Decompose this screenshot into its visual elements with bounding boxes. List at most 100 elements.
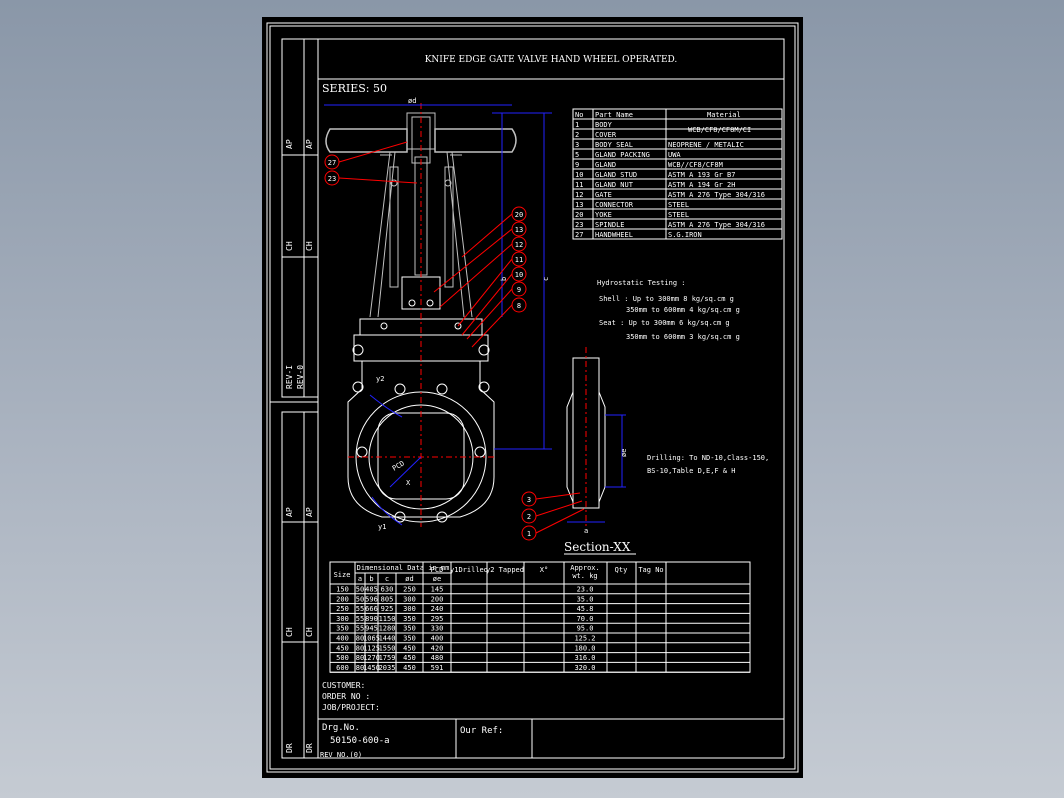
footer: CUSTOMER: ORDER NO : JOB/PROJECT: Drg.No… xyxy=(322,681,503,746)
dimtable-cell: 1065 xyxy=(363,635,380,643)
parts-material: STEEL xyxy=(668,201,689,209)
svg-text:AP: AP xyxy=(285,139,294,149)
section-title: Section-XX xyxy=(564,540,631,554)
dimtable-cell: 1280 xyxy=(379,625,396,633)
dimtable-cell: 55 xyxy=(356,605,364,613)
parts-name: SPINDLE xyxy=(595,221,625,229)
dimtable-cell: 1125 xyxy=(363,644,380,652)
dimtable-cell: 330 xyxy=(431,625,444,633)
valve-front-view xyxy=(324,103,552,527)
parts-material: ASTM A 276 Type 304/316 xyxy=(668,221,765,229)
svg-text:y2: y2 xyxy=(376,375,384,383)
svg-text:CUSTOMER:: CUSTOMER: xyxy=(322,681,365,690)
svg-text:CH: CH xyxy=(285,627,294,637)
dimtable-header-wt1: Approx. xyxy=(570,564,600,572)
dimtable-cell: 630 xyxy=(381,586,394,594)
dimtable-cell: 145 xyxy=(431,586,444,594)
drawing-sheet: KNIFE EDGE GATE VALVE HAND WHEEL OPERATE… xyxy=(262,17,803,778)
dimtable-cell: 250 xyxy=(336,605,349,613)
parts-no: 11 xyxy=(575,181,583,189)
parts-name: HANDWHEEL xyxy=(595,231,633,239)
drawing-title: KNIFE EDGE GATE VALVE HAND WHEEL OPERATE… xyxy=(425,55,678,65)
parts-material: WCB//CF8/CF8M xyxy=(668,161,723,169)
dimtable-cell-weight: 45.8 xyxy=(577,605,594,613)
dimtable-cell-weight: 70.0 xyxy=(577,615,594,623)
dimension-labels: ød b c y2 y1 PCD X xyxy=(376,97,550,531)
dimtable-cell: 890 xyxy=(365,615,378,623)
dimtable-cell: 420 xyxy=(431,644,444,652)
dimtable-cell: 50 xyxy=(356,595,364,603)
series-label: SERIES: 50 xyxy=(322,82,387,95)
section-view xyxy=(521,347,626,541)
dimtable-cell-weight: 125.2 xyxy=(574,635,595,643)
parts-name: BODY SEAL xyxy=(595,141,633,149)
parts-name: CONNECTOR xyxy=(595,201,634,209)
dimtable-cell: 480 xyxy=(431,654,444,662)
svg-text:23: 23 xyxy=(328,175,336,183)
parts-header-0: No xyxy=(575,111,583,119)
svg-text:JOB/PROJECT:: JOB/PROJECT: xyxy=(322,703,380,712)
svg-text:PCD: PCD xyxy=(391,459,406,472)
dimtable-cell: 55 xyxy=(356,615,364,623)
dimtable-cell: 500 xyxy=(336,654,349,662)
svg-text:ød: ød xyxy=(408,97,416,105)
svg-text:ORDER NO :: ORDER NO : xyxy=(322,692,370,701)
parts-no: 27 xyxy=(575,231,583,239)
svg-text:50150-600-a: 50150-600-a xyxy=(330,736,390,746)
svg-text:BS-10,Table D,E,F & H: BS-10,Table D,E,F & H xyxy=(647,467,736,475)
dimtable-cell-weight: 23.0 xyxy=(577,586,594,594)
dimtable-cell-weight: 180.0 xyxy=(574,644,595,652)
dimtable-header-wt2: wt. kg xyxy=(572,572,597,580)
parts-no: 23 xyxy=(575,221,583,229)
callouts-left: 27 23 xyxy=(324,141,418,186)
svg-text:Drg.No.: Drg.No. xyxy=(322,723,360,733)
dimtable-sub-header: ød xyxy=(405,575,413,583)
parts-material: WCB/CF8/CF8M/CI xyxy=(688,126,751,134)
parts-material: NEOPRENE / METALIC xyxy=(668,141,744,149)
dimtable-cell: 350 xyxy=(403,635,416,643)
parts-name: YOKE xyxy=(595,211,612,219)
parts-name: GLAND NUT xyxy=(595,181,634,189)
svg-text:Shell : Up to 300mm 8 kg/sq.c: Shell : Up to 300mm 8 kg/sq.cm g xyxy=(599,295,734,303)
svg-text:c: c xyxy=(542,277,550,281)
dimension-table: SizeDimensional Data in mma b c ød øePCD y1Dr… xyxy=(329,561,751,673)
svg-text:10: 10 xyxy=(515,271,523,279)
parts-material: ASTM A 193 Gr B7 xyxy=(668,171,735,179)
dimtable-cell: 400 xyxy=(336,635,349,643)
parts-header-2: Material xyxy=(707,111,741,119)
parts-name: COVER xyxy=(595,131,617,139)
svg-text:AP: AP xyxy=(305,139,314,149)
dimtable-cell: 945 xyxy=(365,625,378,633)
dimtable-cell: 250 xyxy=(403,586,416,594)
svg-text:Hydrostatic Testing :: Hydrostatic Testing : xyxy=(597,279,686,287)
dimtable-header-pcd: PCD xyxy=(431,566,444,574)
dimtable-cell: 150 xyxy=(336,586,349,594)
parts-material: UWA xyxy=(668,151,681,159)
svg-text:11: 11 xyxy=(515,256,523,264)
parts-name: BODY xyxy=(595,121,613,129)
revision-labels: AP CH DR AP CH AP CH REV-I AP CH DR REV-… xyxy=(285,139,314,753)
parts-no: 10 xyxy=(575,171,583,179)
parts-name: GATE xyxy=(595,191,612,199)
svg-text:9: 9 xyxy=(517,286,521,294)
svg-text:AP: AP xyxy=(285,507,294,517)
dimtable-cell: 591 xyxy=(431,664,444,672)
dimtable-sub-header: a xyxy=(358,575,362,583)
svg-text:X: X xyxy=(406,479,411,487)
dimtable-header-y1: y1Drilled xyxy=(450,566,488,574)
dimtable-sub-header: b xyxy=(369,575,373,583)
svg-text:a: a xyxy=(584,527,588,535)
svg-text:2: 2 xyxy=(527,513,531,521)
dimtable-cell: 1270 xyxy=(363,654,380,662)
dimtable-cell: 450 xyxy=(403,644,416,652)
parts-name: GLAND STUD xyxy=(595,171,637,179)
svg-text:DR: DR xyxy=(305,743,314,753)
parts-header-1: Part Name xyxy=(595,111,633,119)
parts-no: 13 xyxy=(575,201,583,209)
dimtable-header-y2: y2 Tapped xyxy=(486,566,524,574)
callouts-right: 20 13 12 11 10 9 8 xyxy=(433,206,527,348)
dimtable-cell: 240 xyxy=(431,605,444,613)
parts-name: GLAND PACKING xyxy=(595,151,650,159)
dimtable-cell: 200 xyxy=(431,595,444,603)
dimtable-cell: 1150 xyxy=(379,615,396,623)
